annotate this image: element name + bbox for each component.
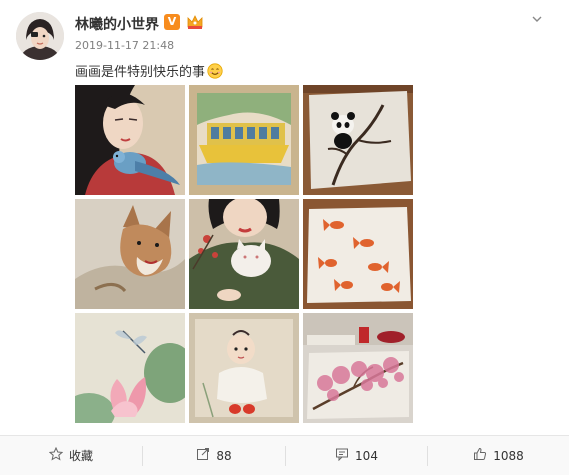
like-count: 1088 [493, 448, 524, 463]
avatar[interactable] [16, 12, 64, 60]
photo-baby-portrait[interactable] [189, 313, 299, 423]
repost-count: 88 [216, 448, 232, 463]
weibo-post-card: 林曦的小世界 V 2019-11-17 21:48 画画是件特别快乐的事 收藏 … [0, 0, 569, 475]
post-timestamp[interactable]: 2019-11-17 21:48 [75, 39, 174, 52]
photo-yellow-boat[interactable] [189, 85, 299, 195]
like-button[interactable]: 1088 [428, 436, 569, 475]
photo-fox[interactable] [75, 199, 185, 309]
username[interactable]: 林曦的小世界 [75, 14, 159, 34]
photo-girl-with-parrot[interactable] [75, 85, 185, 195]
repost-button[interactable]: 88 [143, 436, 285, 475]
photo-lotus-dragonfly[interactable] [75, 313, 185, 423]
post-action-bar: 收藏 88 104 1088 [0, 435, 569, 475]
post-text: 画画是件特别快乐的事 [75, 61, 223, 80]
thumbs-up-icon [473, 447, 487, 464]
favorite-label: 收藏 [68, 449, 93, 463]
smiley-emoji-icon [207, 63, 223, 79]
photo-grid [75, 85, 413, 425]
verified-badge: V [164, 14, 180, 30]
member-crown-icon [186, 14, 204, 30]
star-icon [48, 446, 64, 464]
comment-icon [335, 447, 349, 464]
comment-count: 104 [355, 448, 378, 463]
photo-girl-with-white-cat[interactable] [189, 199, 299, 309]
favorite-button[interactable]: 收藏 [0, 436, 142, 475]
repost-icon [196, 447, 210, 464]
photo-plum-blossom[interactable] [303, 313, 413, 423]
post-text-body: 画画是件特别快乐的事 [75, 65, 206, 80]
chevron-down-icon[interactable] [531, 10, 543, 22]
photo-panda-on-branch[interactable] [303, 85, 413, 195]
photo-goldfish[interactable] [303, 199, 413, 309]
comment-button[interactable]: 104 [286, 436, 427, 475]
